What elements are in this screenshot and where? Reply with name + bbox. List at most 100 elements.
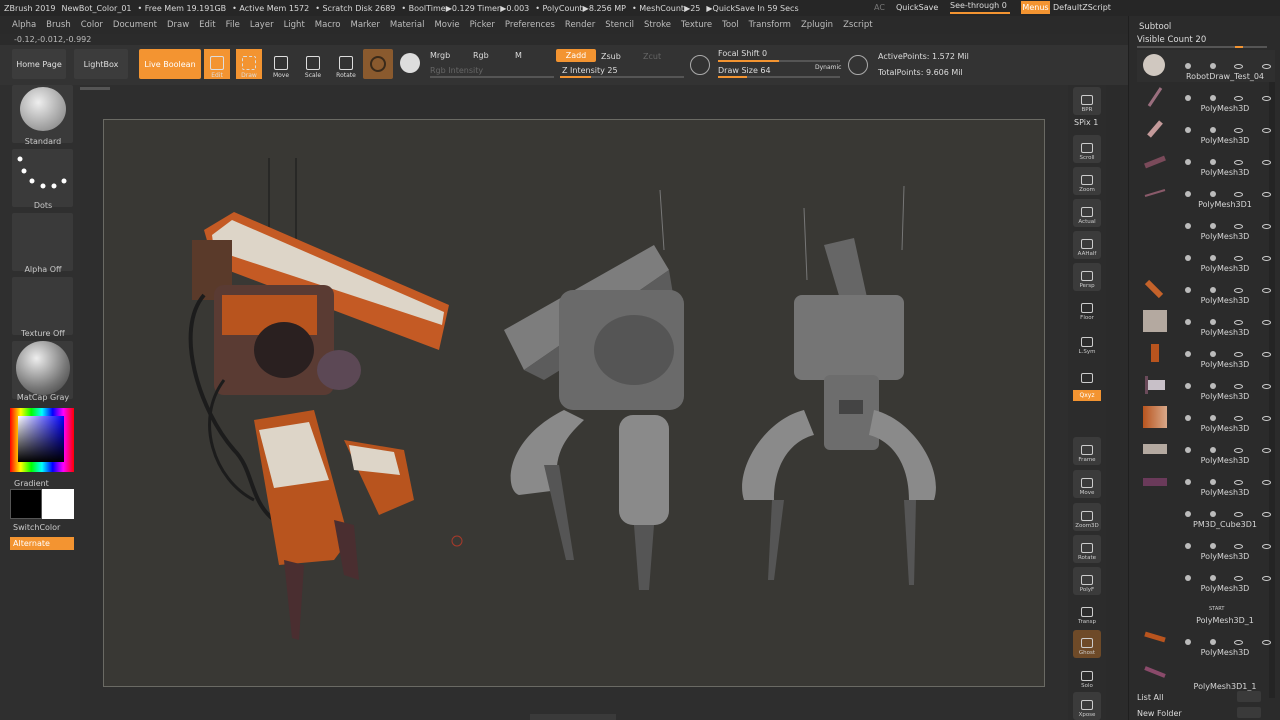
menu-macro[interactable]: Macro	[315, 20, 341, 30]
subtool-item[interactable]: PolyMesh3D	[1137, 306, 1275, 338]
menu-transform[interactable]: Transform	[749, 20, 791, 30]
rotate-view-button[interactable]: Rotate	[1073, 535, 1101, 563]
move-down-button[interactable]	[1237, 691, 1261, 702]
new-folder-button[interactable]: New Folder	[1137, 709, 1182, 718]
actual-button[interactable]: Actual	[1073, 199, 1101, 227]
switchcolor-button[interactable]: SwitchColor	[13, 523, 60, 532]
menu-layer[interactable]: Layer	[250, 20, 274, 30]
gradient-label[interactable]: Gradient	[14, 479, 49, 488]
list-all-button[interactable]: List All	[1137, 693, 1163, 702]
subtool-item[interactable]: PolyMesh3D	[1137, 370, 1275, 402]
xyz-button[interactable]: Qxyz	[1073, 390, 1101, 401]
subtool-item[interactable]: PolyMesh3D	[1137, 114, 1275, 146]
xpose-button[interactable]: Xpose	[1073, 692, 1101, 720]
menu-stencil[interactable]: Stencil	[605, 20, 634, 30]
menu-picker[interactable]: Picker	[470, 20, 495, 30]
floor-button[interactable]: Floor	[1073, 295, 1101, 323]
home-page-button[interactable]: Home Page	[12, 49, 66, 79]
menu-edit[interactable]: Edit	[199, 20, 215, 30]
subtool-item[interactable]: PolyMesh3D1	[1137, 178, 1275, 210]
material-swatch-button[interactable]	[363, 49, 393, 79]
subtool-controls[interactable]	[1185, 254, 1271, 262]
bottom-tray-handle[interactable]	[530, 714, 616, 720]
polyf-button[interactable]: PolyF	[1073, 567, 1101, 595]
quicksave-button[interactable]: QuickSave	[896, 3, 938, 12]
draw-size-slider[interactable]: Draw Size 64	[718, 66, 771, 75]
zsub-button[interactable]: Zsub	[601, 52, 621, 61]
subtool-item[interactable]: PolyMesh3D	[1137, 434, 1275, 466]
subtool-item[interactable]: PolyMesh3D	[1137, 530, 1275, 562]
subtool-controls[interactable]	[1185, 222, 1271, 230]
menu-texture[interactable]: Texture	[681, 20, 712, 30]
menu-color[interactable]: Color	[81, 20, 103, 30]
primary-color-swatch[interactable]	[10, 489, 42, 519]
menu-tool[interactable]: Tool	[722, 20, 739, 30]
menu-draw[interactable]: Draw	[167, 20, 189, 30]
subtool-controls[interactable]	[1185, 286, 1271, 294]
ghost-button[interactable]: Ghost	[1073, 630, 1101, 658]
subtool-item[interactable]: PolyMesh3D	[1137, 402, 1275, 434]
edit-button[interactable]: Edit	[204, 49, 230, 79]
document-canvas[interactable]	[103, 119, 1045, 687]
subtool-item-selected[interactable]: RobotDraw_Test_04	[1137, 50, 1275, 82]
color-picker[interactable]	[10, 408, 74, 472]
menu-zscript[interactable]: Zscript	[843, 20, 873, 30]
subtool-item[interactable]: PolyMesh3D	[1137, 466, 1275, 498]
subtool-controls[interactable]	[1185, 350, 1271, 358]
m-button[interactable]: M	[515, 51, 522, 60]
zscript-button[interactable]: DefaultZScript	[1053, 3, 1111, 12]
subtool-item[interactable]: PolyMesh3D	[1137, 146, 1275, 178]
alpha-button[interactable]	[12, 213, 73, 271]
menu-preferences[interactable]: Preferences	[505, 20, 555, 30]
subtool-title[interactable]: Subtool	[1139, 22, 1171, 32]
zcut-button[interactable]: Zcut	[643, 52, 661, 61]
visible-count-slider[interactable]: Visible Count 20	[1137, 35, 1206, 45]
subtool-item[interactable]: PolyMesh3D	[1137, 242, 1275, 274]
menu-zplugin[interactable]: Zplugin	[801, 20, 833, 30]
subtool-controls[interactable]	[1185, 158, 1271, 166]
draw-button[interactable]: Draw	[236, 49, 262, 79]
subtool-item[interactable]: PolyMesh3D_1 START	[1137, 594, 1275, 626]
subtool-item[interactable]: PolyMesh3D	[1137, 562, 1275, 594]
menu-marker[interactable]: Marker	[351, 20, 380, 30]
subtool-controls[interactable]	[1185, 94, 1271, 102]
menu-brush[interactable]: Brush	[46, 20, 71, 30]
rgb-intensity-slider[interactable]: Rgb Intensity	[430, 66, 483, 75]
zoom3d-button[interactable]: Zoom3D	[1073, 503, 1101, 531]
zadd-button[interactable]: Zadd	[556, 49, 596, 62]
subtool-controls[interactable]	[1185, 510, 1271, 518]
menu-file[interactable]: File	[226, 20, 240, 30]
scroll-button[interactable]: Scroll	[1073, 135, 1101, 163]
subtool-item[interactable]: PolyMesh3D	[1137, 82, 1275, 114]
subtool-controls[interactable]	[1185, 574, 1271, 582]
subtool-item[interactable]: PolyMesh3D	[1137, 274, 1275, 306]
rotate-button[interactable]: Rotate	[333, 49, 359, 79]
live-boolean-button[interactable]: Live Boolean	[139, 49, 201, 79]
menus-toggle[interactable]: Menus	[1021, 1, 1050, 14]
transp-button[interactable]: Transp	[1073, 599, 1101, 627]
subtool-controls[interactable]	[1185, 382, 1271, 390]
draw-mode-icon[interactable]	[848, 55, 868, 75]
secondary-color-swatch[interactable]	[42, 489, 74, 519]
subtool-controls[interactable]	[1185, 478, 1271, 486]
material-button[interactable]	[12, 341, 73, 399]
texture-button[interactable]	[12, 277, 73, 335]
menu-movie[interactable]: Movie	[434, 20, 459, 30]
aahalf-button[interactable]: AAHalf	[1073, 231, 1101, 259]
brush-standard-button[interactable]	[12, 85, 73, 143]
canvas-scrollbar[interactable]	[80, 87, 110, 90]
subtool-controls[interactable]	[1185, 318, 1271, 326]
dynamic-toggle[interactable]: Dynamic	[815, 64, 841, 71]
menu-material[interactable]: Material	[390, 20, 425, 30]
see-through-slider[interactable]: See-through 0	[950, 1, 1014, 14]
move-button[interactable]: Move	[268, 49, 294, 79]
alternate-button[interactable]: Alternate	[10, 537, 74, 550]
menu-document[interactable]: Document	[113, 20, 157, 30]
subtool-controls[interactable]	[1185, 638, 1271, 646]
subtool-controls[interactable]	[1185, 446, 1271, 454]
menu-stroke[interactable]: Stroke	[644, 20, 671, 30]
subtool-controls[interactable]	[1185, 62, 1271, 70]
persp-button[interactable]: Persp	[1073, 263, 1101, 291]
menu-alpha[interactable]: Alpha	[12, 20, 36, 30]
subtool-controls[interactable]	[1185, 190, 1271, 198]
